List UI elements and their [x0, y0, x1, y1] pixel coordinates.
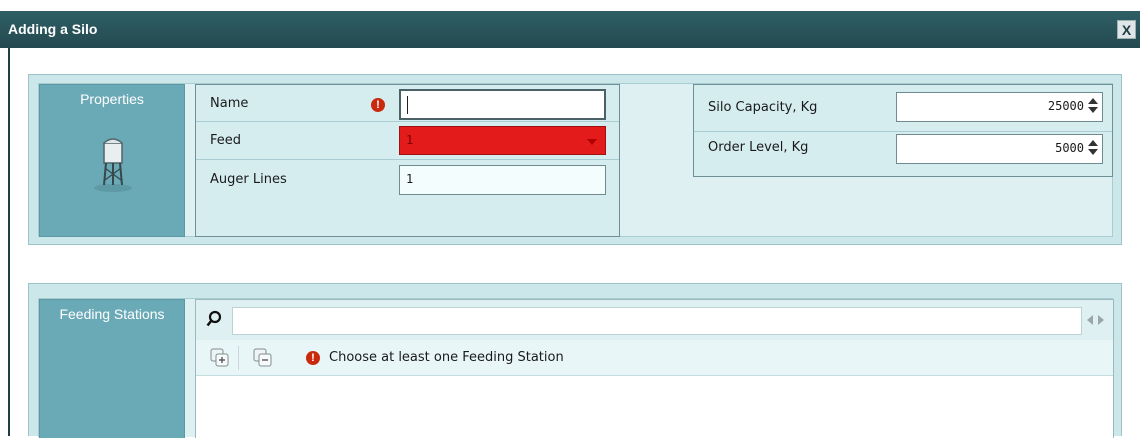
feeding-stations-list: ! Choose at least one Feeding Station — [195, 299, 1114, 438]
auger-lines-label: Auger Lines — [210, 172, 287, 187]
spinner-arrows-icon[interactable] — [1088, 97, 1098, 115]
feed-value: 1 — [406, 133, 414, 147]
expand-all-icon[interactable] — [210, 348, 230, 368]
properties-label: Properties — [80, 91, 144, 107]
order-level-stepper[interactable]: 5000 — [896, 134, 1103, 164]
scroll-right-icon[interactable] — [1098, 315, 1104, 325]
feeding-stations-inner: Feeding Stations ! Choose at least one F… — [38, 298, 1114, 438]
collapse-all-icon[interactable] — [253, 348, 273, 368]
auger-lines-input[interactable]: 1 — [399, 165, 606, 195]
search-icon[interactable] — [206, 310, 222, 328]
scroll-left-icon[interactable] — [1087, 315, 1093, 325]
capacity-fields: Silo Capacity, Kg 25000 Order Level, Kg … — [693, 84, 1113, 177]
name-row: Name ! — [196, 85, 619, 122]
feeding-stations-panel: Feeding Stations ! Choose at least one F… — [28, 283, 1122, 438]
dialog-left-border — [8, 48, 10, 436]
silo-capacity-value: 25000 — [1047, 99, 1084, 113]
warning-error-icon: ! — [306, 351, 320, 365]
feed-row: Feed 1 — [196, 122, 619, 160]
order-level-label: Order Level, Kg — [708, 140, 809, 155]
auger-lines-row: Auger Lines 1 — [196, 160, 619, 200]
silo-icon — [94, 138, 132, 192]
spinner-arrows-icon[interactable] — [1088, 139, 1098, 157]
toolbar-divider — [238, 346, 239, 370]
feeding-stations-label: Feeding Stations — [59, 306, 165, 322]
auger-lines-value: 1 — [406, 172, 414, 186]
feed-dropdown[interactable]: 1 — [399, 126, 606, 155]
properties-side-tab: Properties — [39, 84, 185, 237]
text-caret — [407, 96, 408, 114]
name-input[interactable] — [399, 89, 606, 120]
adding-silo-dialog: Adding a Silo X Properties Name ! Feed 1… — [0, 0, 1140, 438]
order-level-row: Order Level, Kg 5000 — [694, 132, 1112, 177]
search-bar — [196, 300, 1113, 340]
properties-panel: Properties Name ! Feed 1 Auger Lines 1 S… — [28, 74, 1122, 245]
chevron-down-icon[interactable] — [587, 139, 597, 145]
feeding-station-warning: Choose at least one Feeding Station — [329, 350, 564, 365]
feeding-stations-side-tab: Feeding Stations — [39, 299, 185, 438]
name-error-icon: ! — [371, 98, 385, 112]
properties-inner: Properties Name ! Feed 1 Auger Lines 1 S… — [38, 83, 1113, 237]
search-input[interactable] — [232, 307, 1082, 335]
general-fields: Name ! Feed 1 Auger Lines 1 — [195, 84, 620, 237]
order-level-value: 5000 — [1055, 141, 1084, 155]
list-toolbar: ! Choose at least one Feeding Station — [196, 340, 1113, 376]
silo-capacity-stepper[interactable]: 25000 — [896, 92, 1103, 122]
feed-label: Feed — [210, 133, 242, 148]
window-title: Adding a Silo — [8, 21, 98, 37]
silo-capacity-label: Silo Capacity, Kg — [708, 100, 818, 115]
silo-capacity-row: Silo Capacity, Kg 25000 — [694, 85, 1112, 132]
title-bar[interactable]: Adding a Silo X — [0, 11, 1140, 48]
name-label: Name — [210, 96, 249, 111]
close-button[interactable]: X — [1117, 20, 1136, 39]
